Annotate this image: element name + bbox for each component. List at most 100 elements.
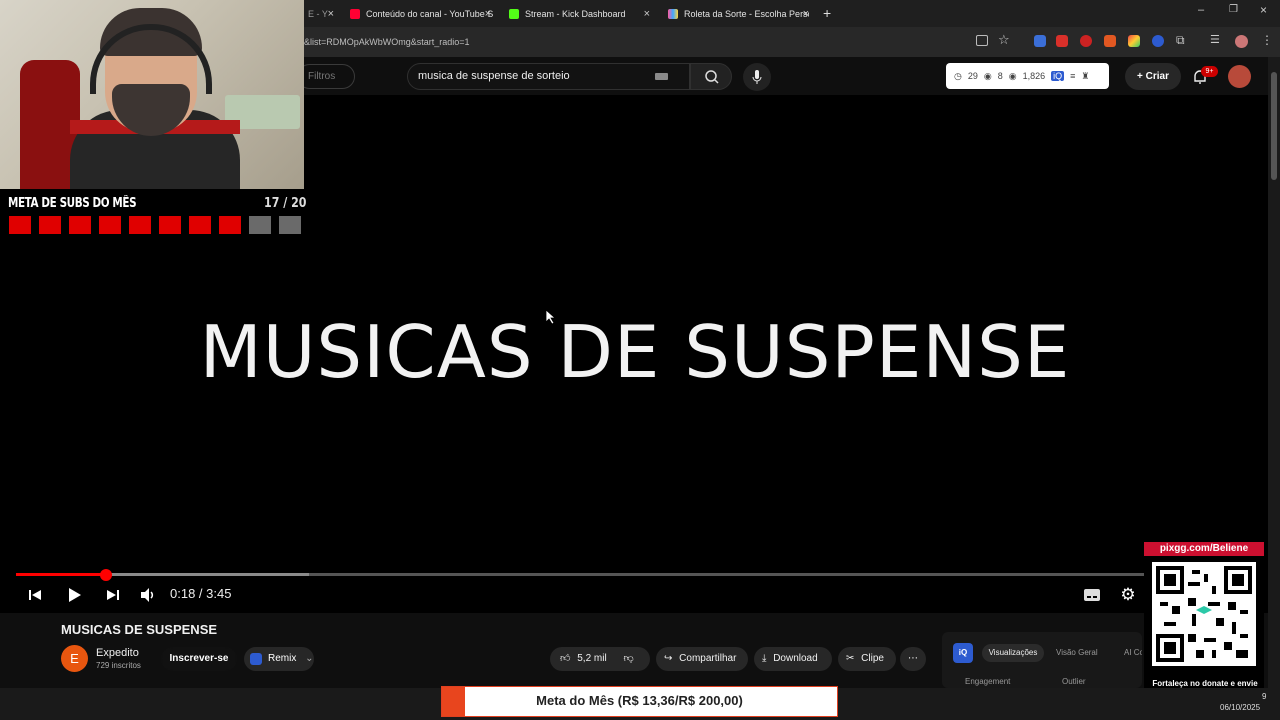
webcam-overlay: [0, 0, 304, 189]
extension-icon[interactable]: [1104, 35, 1116, 47]
tab-visao-geral[interactable]: Visão Geral: [1056, 648, 1098, 657]
chrome-icon[interactable]: [1128, 35, 1140, 47]
video-title: MUSICAS DE SUSPENSE: [61, 622, 218, 637]
url-field[interactable]: &list=RDMOpAkWbWOmg&start_radio=1: [300, 33, 970, 51]
sub-goal-square: [39, 216, 61, 234]
tab-partial-label: E - Y: [308, 9, 328, 19]
close-icon[interactable]: ×: [644, 8, 650, 20]
channel-name[interactable]: Expedito: [96, 647, 139, 659]
extension-icon[interactable]: [1080, 35, 1092, 47]
taskbar-date: 06/10/2025: [1220, 703, 1261, 712]
notification-badge: 9+: [1201, 66, 1218, 77]
list-icon[interactable]: ≡: [1070, 71, 1075, 81]
filters-button[interactable]: Filtros: [297, 64, 355, 89]
subtitles-button[interactable]: [1082, 585, 1102, 605]
media-icon[interactable]: ☰: [1210, 33, 1220, 46]
sub-goal-square: [159, 216, 181, 234]
vidiq-icon[interactable]: iQ: [1051, 71, 1065, 81]
download-button[interactable]: ⤓ Download: [754, 647, 832, 671]
subscribe-button[interactable]: Inscrever-se: [161, 647, 237, 671]
install-icon[interactable]: [976, 35, 988, 46]
channel-subscribers: 729 inscritos: [96, 661, 141, 670]
tab-visualizacoes[interactable]: Visualizações: [982, 644, 1044, 662]
sub-goal-title: META DE SUBS DO MÊS: [8, 196, 137, 211]
sub-goal-square: [99, 216, 121, 234]
remix-button[interactable]: Remix ⌄: [244, 647, 314, 671]
sub-goal-count: 17 / 20: [264, 196, 307, 211]
remix-label: Remix: [268, 653, 297, 664]
volume-button[interactable]: [138, 585, 158, 605]
like-dislike-group: 👍︎ 5,2 mil 👎︎: [550, 647, 650, 671]
profile-avatar[interactable]: [1235, 35, 1248, 48]
close-window-icon[interactable]: ×: [1260, 3, 1267, 17]
extension-icon[interactable]: [1056, 35, 1068, 47]
close-icon[interactable]: ×: [803, 8, 809, 20]
like-count[interactable]: 5,2 mil: [577, 653, 606, 664]
thumbs-up-icon[interactable]: 👍︎: [560, 653, 570, 664]
extension-icon[interactable]: [1152, 35, 1164, 47]
search-input[interactable]: musica de suspense de sorteio: [407, 63, 690, 90]
search-button[interactable]: [690, 63, 732, 90]
previous-button[interactable]: [26, 585, 44, 605]
clip-button[interactable]: ✂ Clipe: [838, 647, 896, 671]
stats-widget[interactable]: ◷ 29 ◉ 8 ◉ 1,826 iQ ≡ ♜: [946, 63, 1109, 89]
download-label: Download: [773, 653, 818, 664]
close-icon[interactable]: ×: [485, 8, 491, 20]
account-avatar[interactable]: [1228, 65, 1251, 88]
play-icon: [69, 588, 81, 602]
tab-ai[interactable]: AI Co: [1124, 648, 1142, 657]
thumbs-down-icon[interactable]: 👎︎: [623, 653, 633, 664]
vidiq-icon[interactable]: iQ: [953, 643, 973, 663]
sub-goal-square: [129, 216, 151, 234]
more-actions-button[interactable]: ⋯: [900, 647, 926, 671]
channel-avatar[interactable]: E: [61, 645, 88, 672]
more-icon: ⋯: [908, 653, 918, 664]
mic-button[interactable]: [743, 63, 771, 91]
time-display: 0:18 / 3:45: [170, 586, 232, 601]
trophy-icon[interactable]: ♜: [1081, 71, 1089, 82]
tab-roleta[interactable]: Roleta da Sorte - Escolha Perso ×: [660, 3, 815, 25]
tab-label: Stream - Kick Dashboard: [525, 9, 626, 19]
sub-goal-square: [9, 216, 31, 234]
engagement-label: Engagement: [965, 677, 1011, 686]
qr-code: [1152, 562, 1256, 666]
minimize-icon[interactable]: –: [1198, 4, 1204, 16]
create-label: Criar: [1145, 71, 1169, 82]
star-icon[interactable]: ☆: [998, 32, 1010, 48]
share-label: Compartilhar: [679, 653, 737, 664]
clip-label: Clipe: [861, 653, 884, 664]
stat-value: 8: [997, 71, 1003, 81]
pix-url: pixgg.com/Beliene: [1144, 542, 1264, 556]
next-button[interactable]: [104, 585, 122, 605]
keyboard-icon[interactable]: [655, 73, 668, 80]
video-overlay-title: MUSICAS DE SUSPENSE: [199, 310, 1071, 394]
taskbar-time: 9: [1262, 692, 1267, 701]
puzzle-icon[interactable]: ⧉: [1176, 33, 1185, 48]
play-button[interactable]: [64, 585, 84, 605]
tab-youtube-studio[interactable]: Conteúdo do canal - YouTube S ×: [342, 3, 497, 25]
close-icon[interactable]: ×: [328, 8, 334, 20]
extension-icon[interactable]: [1034, 35, 1046, 47]
create-button[interactable]: + Criar: [1125, 63, 1181, 90]
plus-icon[interactable]: +: [823, 5, 831, 21]
menu-icon[interactable]: ⋮: [1261, 33, 1273, 47]
settings-button[interactable]: ⚙: [1118, 585, 1138, 605]
share-button[interactable]: ↪ Compartilhar: [656, 647, 748, 671]
tab-partial[interactable]: E - Y ×: [300, 3, 340, 25]
sub-goal-square: [279, 216, 301, 234]
progress-scrubber[interactable]: [100, 569, 112, 581]
scrollbar-thumb[interactable]: [1271, 72, 1277, 180]
search-icon: [705, 70, 719, 84]
monthly-goal-text: Meta do Mês (R$ 13,36/R$ 200,00): [536, 693, 743, 708]
sub-goal-square: [189, 216, 211, 234]
chevron-down-icon[interactable]: ⌄: [305, 653, 313, 664]
roleta-icon: [668, 9, 678, 19]
volume-icon: [141, 588, 154, 602]
sub-goal-square: [219, 216, 241, 234]
tab-kick-dashboard[interactable]: Stream - Kick Dashboard ×: [501, 3, 656, 25]
eye-icon: ◉: [983, 70, 992, 81]
sub-goal-square: [69, 216, 91, 234]
kick-icon: [509, 9, 519, 19]
restore-icon[interactable]: ❐: [1229, 4, 1238, 15]
skip-back-icon: [29, 590, 41, 600]
